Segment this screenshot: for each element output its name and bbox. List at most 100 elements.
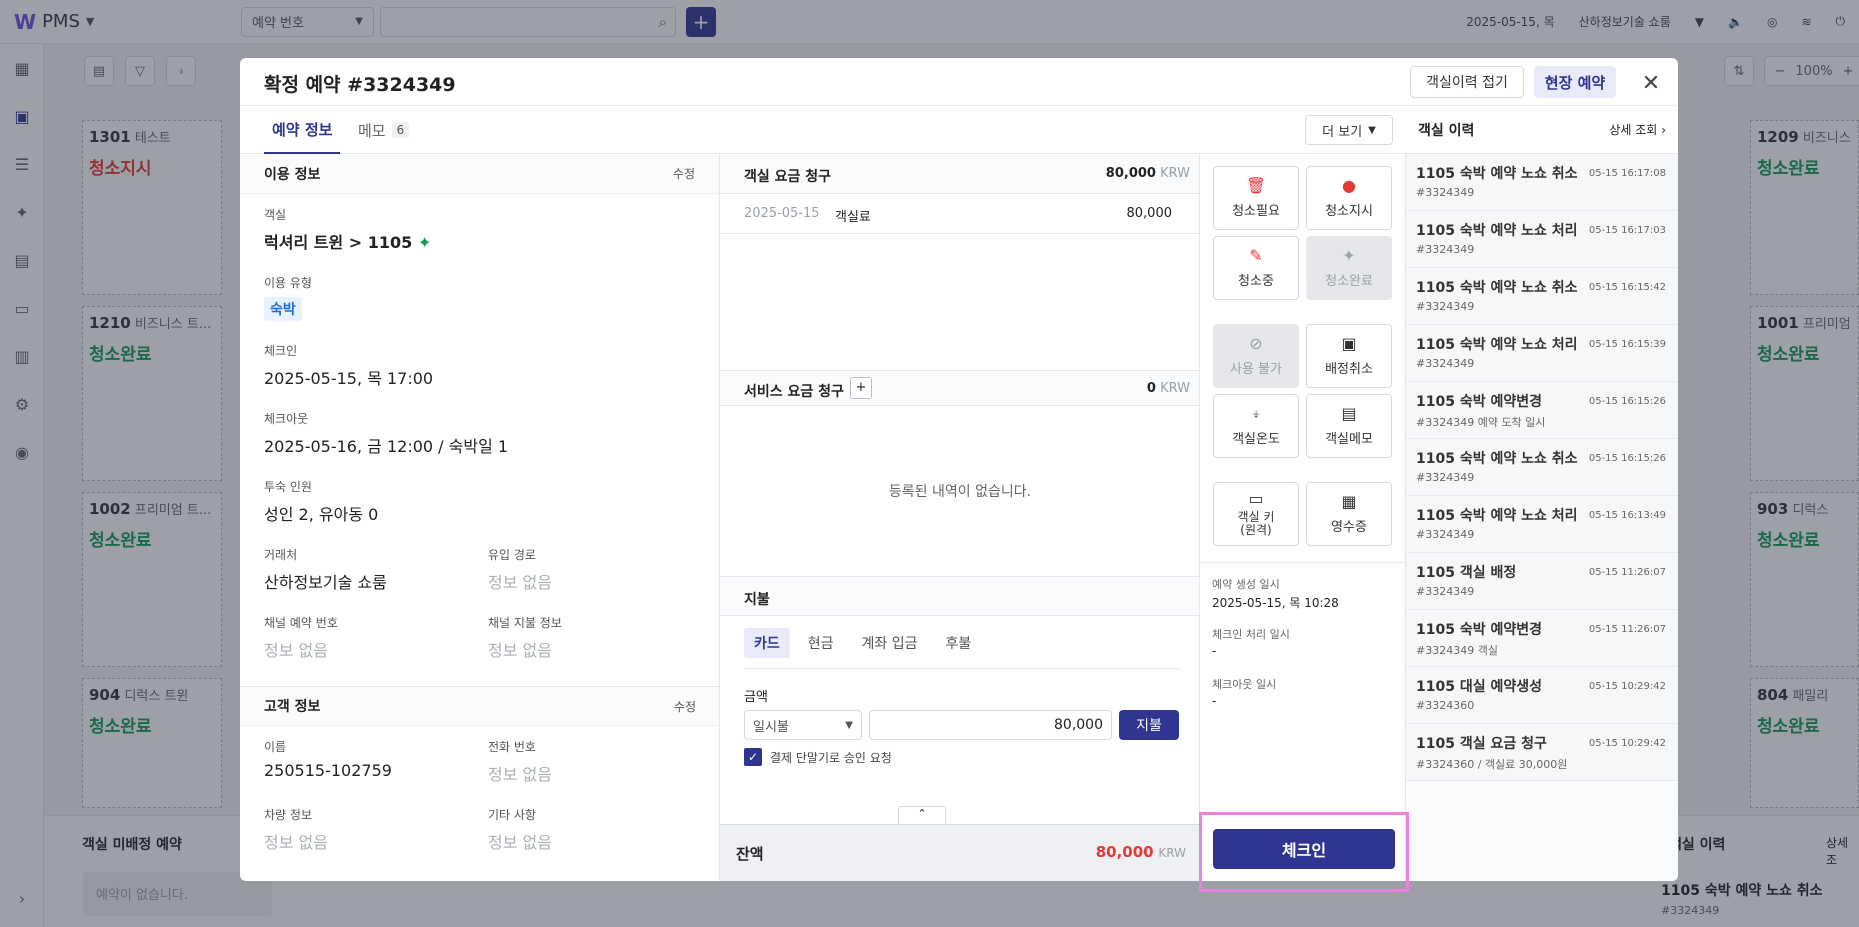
- installment-select[interactable]: 일시불 ▼: [744, 710, 862, 740]
- history-item-sub: #3324349 객실: [1416, 644, 1498, 657]
- checkin-button[interactable]: 체크인: [1213, 829, 1395, 869]
- history-item-time: 05-15 16:15:42: [1588, 282, 1666, 293]
- room-memo-button[interactable]: ▤ 객실메모: [1306, 394, 1392, 458]
- history-detail-link[interactable]: 상세 조회 ›: [1609, 121, 1666, 138]
- field-label: 채널 예약 번호: [264, 616, 338, 630]
- add-service-button[interactable]: +: [850, 377, 872, 399]
- more-button[interactable]: 더 보기 ▼: [1305, 115, 1393, 145]
- trash-icon: 🗑: [1245, 175, 1267, 195]
- action-label: 객실온도: [1232, 431, 1280, 447]
- field-label: 투숙 인원: [264, 480, 312, 494]
- room-value: 럭셔리 트윈 > 1105: [264, 233, 413, 252]
- pay-button[interactable]: 지불: [1119, 710, 1179, 740]
- receipt-button[interactable]: ▦ 영수증: [1306, 482, 1392, 546]
- history-item-sub: #3324349: [1416, 528, 1475, 541]
- checkout-value: 2025-05-16, 금 12:00 / 숙박일 1: [264, 437, 509, 456]
- table-row[interactable]: 2025-05-15 객실료 80,000: [720, 194, 1199, 234]
- billing-item: 객실료: [835, 210, 871, 225]
- cleaning-order-button[interactable]: ● 청소지시: [1306, 166, 1392, 230]
- checkin-field: 체크인 2025-05-15, 목 17:00: [264, 342, 433, 389]
- section-title: 객실 요금 청구: [744, 169, 832, 185]
- unassign-button[interactable]: ▣ 배정취소: [1306, 324, 1392, 388]
- remote-key-button[interactable]: ▭ 객실 키 (원격): [1213, 482, 1299, 546]
- action-label: 객실 키 (원격): [1237, 510, 1275, 537]
- cleaning-in-progress-button[interactable]: ✎ 청소중: [1213, 236, 1299, 300]
- action-label: 영수증: [1331, 519, 1367, 535]
- walkin-reservation-button[interactable]: 현장 예약: [1534, 66, 1616, 98]
- collapse-icon[interactable]: ⌃: [898, 806, 946, 824]
- timeline-divider: [1200, 562, 1406, 563]
- installment-value: 일시불: [753, 719, 789, 735]
- history-item-sub: #3324349: [1416, 243, 1475, 256]
- usage-info-panel: 이용 정보 수정 객실 럭셔리 트윈 > 1105 ✦ 이용 유형 숙박 체크인 20…: [240, 154, 720, 881]
- list-item[interactable]: 1105 숙박 예약 노쇼 취소 #3324349 05-15 16:15:26: [1406, 439, 1678, 496]
- list-item[interactable]: 1105 객실 요금 청구 #3324360 / 객실료 30,000원 05-15…: [1406, 724, 1678, 781]
- modal-header: 확정 예약 #3324349 객실이력 접기 현장 예약 ✕: [240, 58, 1678, 106]
- tab-reservation-info[interactable]: 예약 정보: [264, 106, 341, 154]
- amount-input[interactable]: 80,000: [869, 710, 1112, 740]
- edit-guest-button[interactable]: 수정: [674, 698, 696, 715]
- keycard-icon: ▭: [1248, 489, 1264, 508]
- chevron-right-icon: ›: [1661, 123, 1666, 137]
- list-item[interactable]: 1105 숙박 예약 노쇼 취소 #3324349 05-15 16:15:42: [1406, 268, 1678, 325]
- created-label: 예약 생성 일시: [1212, 578, 1280, 591]
- cleaning-done-button[interactable]: ✦ 청소완료: [1306, 236, 1392, 300]
- terminal-checkbox[interactable]: ✓: [744, 748, 762, 766]
- service-billing-total: 0: [1146, 381, 1156, 396]
- edit-usage-button[interactable]: 수정: [673, 165, 695, 182]
- list-item[interactable]: 1105 숙박 예약 노쇼 처리 #3324349 05-15 16:15:39: [1406, 325, 1678, 382]
- history-item-time: 05-15 16:15:26: [1588, 453, 1666, 464]
- client-value: 산하정보기술 쇼룸: [264, 573, 387, 592]
- section-title: 서비스 요금 청구: [744, 384, 844, 400]
- section-title: 고객 정보: [264, 699, 321, 715]
- list-item[interactable]: 1105 객실 배정 #3324349 05-15 11:26:07: [1406, 553, 1678, 610]
- amount-label: 금액: [744, 690, 768, 705]
- list-item[interactable]: 1105 숙박 예약변경 #3324349 객실 05-15 11:26:07: [1406, 610, 1678, 667]
- room-field: 객실 럭셔리 트윈 > 1105 ✦: [264, 206, 431, 253]
- sparkle-icon: ✦: [1342, 245, 1356, 265]
- memo-count-badge: 6: [391, 122, 410, 138]
- list-item[interactable]: 1105 숙박 예약변경 #3324349 예약 도착 일시 05-15 16:15…: [1406, 382, 1678, 439]
- phone-value: 정보 없음: [488, 765, 552, 784]
- field-label: 체크인: [264, 344, 298, 358]
- tab-memo[interactable]: 메모 6: [358, 106, 410, 154]
- field-label: 이름: [264, 740, 287, 754]
- broom-icon: ✎: [1249, 245, 1263, 265]
- payment-method-transfer[interactable]: 계좌 입금: [852, 628, 928, 658]
- reservation-modal: 확정 예약 #3324349 객실이력 접기 현장 예약 ✕ 예약 정보 메모 6…: [240, 58, 1678, 881]
- payment-method-card[interactable]: 카드: [744, 628, 790, 658]
- collapse-history-button[interactable]: 객실이력 접기: [1410, 66, 1524, 98]
- room-temperature-button[interactable]: ⍖ 객실온도: [1213, 394, 1299, 458]
- action-label: 청소중: [1238, 273, 1274, 289]
- payment-method-cash[interactable]: 현금: [798, 628, 844, 658]
- history-item-sub: #3324349: [1416, 300, 1475, 313]
- out-of-order-button[interactable]: ⊘ 사용 불가: [1213, 324, 1299, 388]
- created-value: 2025-05-15, 목 10:28: [1212, 596, 1339, 610]
- tab-label: 메모: [358, 121, 386, 140]
- service-billing-header: 서비스 요금 청구 + 0 KRW: [720, 370, 1199, 406]
- list-item[interactable]: 1105 숙박 예약 노쇼 처리 #3324349 05-15 16:17:03: [1406, 211, 1678, 268]
- terminal-checkbox-row: ✓ 결제 단말기로 승인 요청: [744, 748, 892, 766]
- field-label: 채널 지불 정보: [488, 616, 562, 630]
- more-label: 더 보기: [1322, 124, 1363, 140]
- currency: KRW: [1158, 846, 1186, 860]
- history-item-sub: #3324349: [1416, 357, 1475, 370]
- payment-method-deferred[interactable]: 후불: [936, 628, 982, 658]
- history-item-sub: #3324349: [1416, 186, 1475, 199]
- close-icon[interactable]: ✕: [1636, 68, 1666, 98]
- room-billing-header: 객실 요금 청구 80,000 KRW: [720, 154, 1199, 194]
- field-label: 이용 유형: [264, 276, 312, 290]
- billing-panel: 객실 요금 청구 80,000 KRW 2025-05-15 객실료 80,00…: [720, 154, 1200, 881]
- cleaning-needed-button[interactable]: 🗑 청소필요: [1213, 166, 1299, 230]
- list-item[interactable]: 1105 숙박 예약 노쇼 처리 #3324349 05-15 16:13:49: [1406, 496, 1678, 553]
- section-title: 이용 정보: [264, 166, 321, 183]
- section-title: 지불: [744, 592, 770, 608]
- balance-label: 잔액: [736, 845, 764, 863]
- room-actions-panel: 🗑 청소필요 ● 청소지시 ✎ 청소중 ✦ 청소완료 ⊘ 사용 불가 ▣ 배정취소 ⍖ 객실온…: [1200, 154, 1406, 881]
- guest-info-header: 고객 정보 수정: [240, 686, 719, 726]
- history-item-time: 05-15 11:26:07: [1588, 567, 1666, 578]
- history-item-sub: #3324349: [1416, 471, 1475, 484]
- payment-method-tabs: 카드 현금 계좌 입금 후불: [744, 628, 1180, 669]
- list-item[interactable]: 1105 숙박 예약 노쇼 취소 #3324349 05-15 16:17:08: [1406, 154, 1678, 211]
- list-item[interactable]: 1105 대실 예약생성 #3324360 05-15 10:29:42: [1406, 667, 1678, 724]
